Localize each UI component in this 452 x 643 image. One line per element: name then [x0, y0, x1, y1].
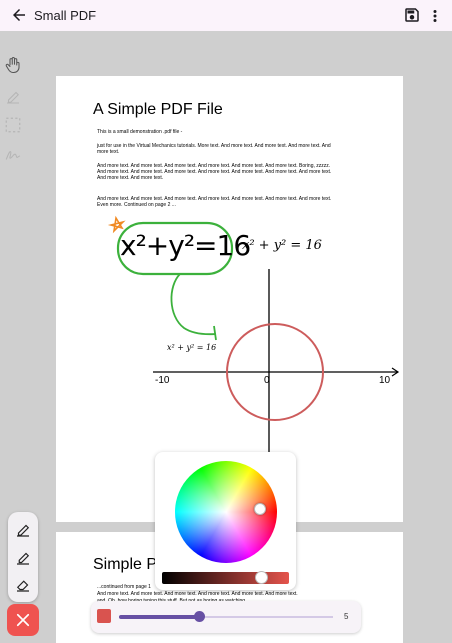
pen-icon[interactable] — [14, 521, 32, 539]
axis-label-left: -10 — [155, 375, 170, 386]
highlighter-icon[interactable] — [14, 549, 32, 567]
selected-color-swatch[interactable] — [97, 609, 111, 623]
brush-size-bar: 5 — [91, 601, 361, 633]
select-icon[interactable] — [4, 116, 22, 134]
brush-size-slider-fill — [119, 615, 199, 619]
pen-icon[interactable] — [4, 88, 22, 106]
typed-equation: x² + y² = 16 — [242, 238, 322, 253]
save-icon[interactable] — [403, 6, 421, 24]
drawing-tools-panel — [8, 512, 38, 602]
pdf-title: Simple P — [93, 556, 158, 573]
close-icon — [16, 613, 30, 627]
shade-slider[interactable] — [162, 572, 289, 584]
axis-label-right: 10 — [379, 375, 391, 386]
color-wheel-handle[interactable] — [254, 503, 266, 515]
pdf-paragraph: And more text. And more text. And more t… — [97, 591, 298, 597]
axis-label-origin: 0 — [264, 375, 270, 386]
close-button[interactable] — [7, 604, 39, 636]
hand-icon[interactable] — [4, 56, 22, 74]
brush-size-slider-handle[interactable] — [194, 611, 205, 622]
signature-icon[interactable] — [4, 146, 22, 164]
shade-slider-handle[interactable] — [255, 571, 268, 584]
more-vert-icon[interactable] — [430, 7, 440, 25]
back-arrow-icon[interactable] — [10, 6, 28, 24]
eraser-icon[interactable] — [14, 576, 32, 594]
color-picker — [155, 452, 296, 590]
brush-size-value: 5 — [344, 612, 349, 621]
handwritten-equation: x²+y²=16 — [120, 229, 251, 262]
small-equation: x² + y² = 16 — [167, 343, 217, 352]
document-title: Small PDF — [34, 8, 97, 23]
app-bar: Small PDF — [0, 0, 452, 31]
